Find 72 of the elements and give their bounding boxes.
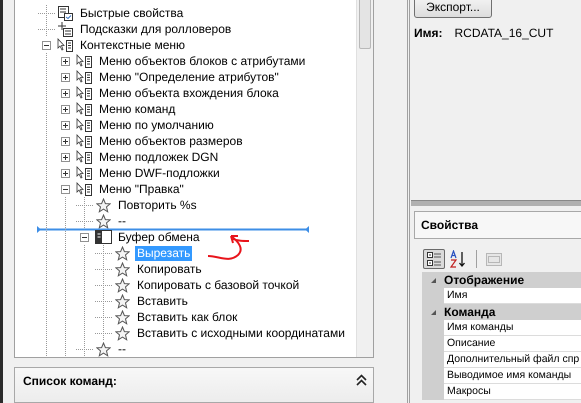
cursor-list-icon: [76, 150, 93, 164]
tree-item[interactable]: Вставить как блок: [135, 310, 240, 324]
star-icon: [115, 294, 130, 308]
tree-item[interactable]: Быстрые свойства: [78, 6, 186, 20]
panel-title: Список команд:: [23, 374, 117, 388]
export-button[interactable]: Экспорт...: [414, 0, 492, 18]
panel-icon: [95, 230, 112, 244]
tree-item[interactable]: Повторить %s: [116, 198, 199, 212]
tree-item[interactable]: Меню "Правка": [97, 182, 186, 196]
property-name: Дополнительный файл спр: [444, 352, 581, 368]
cursor-list-icon: [76, 182, 93, 196]
expand-icon[interactable]: [61, 168, 70, 178]
cursor-list-icon: [76, 86, 93, 100]
category-name: Команда: [444, 305, 496, 319]
tree-item[interactable]: Меню объектов блоков с атрибутами: [97, 54, 308, 68]
expand-icon[interactable]: [61, 88, 70, 98]
scrollbar[interactable]: [356, 0, 373, 357]
tree-item[interactable]: Меню "Определение атрибутов": [97, 70, 281, 84]
expand-icon[interactable]: [61, 120, 70, 130]
property-name: Выводимое имя команды: [444, 368, 581, 384]
properties-icon: [58, 6, 73, 20]
property-name: Макросы: [444, 384, 581, 400]
star-icon: [115, 326, 130, 340]
tree-item[interactable]: Вставить с исходными координатами: [135, 326, 347, 340]
tree-item[interactable]: Меню объектов размеров: [97, 134, 245, 148]
cursor-list-icon: [76, 102, 93, 116]
tree-item[interactable]: Меню по умолчанию: [97, 118, 216, 132]
star-icon: [115, 262, 130, 276]
name-label: Имя:: [414, 26, 442, 40]
property-name: Имя: [444, 288, 581, 304]
tree-item[interactable]: Вставить: [135, 294, 190, 308]
star-icon: [115, 246, 130, 260]
star-icon: [96, 198, 111, 212]
cursor-list-icon: [76, 166, 93, 180]
tooltip-icon: [58, 22, 73, 36]
row-gutter: [422, 384, 444, 400]
cursor-list-icon: [76, 118, 93, 132]
tree-item[interactable]: Копировать: [135, 262, 204, 276]
collapse-icon[interactable]: [42, 40, 51, 50]
tree-item[interactable]: Меню DWF-подложки: [97, 166, 222, 180]
tree-item[interactable]: Меню объекта вхождения блока: [97, 86, 281, 100]
collapse-icon[interactable]: [61, 184, 70, 194]
collapse-icon[interactable]: [80, 232, 89, 242]
tree-item[interactable]: Буфер обмена: [116, 230, 202, 244]
collapse-chevron-icon[interactable]: [356, 374, 367, 386]
property-name: Имя команды: [444, 320, 581, 336]
tree-item[interactable]: --: [116, 214, 128, 228]
categorized-view-button[interactable]: [423, 249, 445, 269]
cursor-list-icon: [76, 134, 93, 148]
tree-item[interactable]: Меню подложек DGN: [97, 150, 220, 164]
properties-title: Свойства: [421, 218, 478, 232]
expand-icon[interactable]: [61, 72, 70, 82]
expand-icon[interactable]: [61, 136, 70, 146]
name-value: RCDATA_16_CUT: [454, 26, 554, 40]
cursor-list-icon: [57, 38, 74, 52]
tree-item[interactable]: Контекстные меню: [78, 38, 188, 52]
cursor-list-icon: [76, 70, 93, 84]
cursor-list-icon: [76, 54, 93, 68]
expand-icon[interactable]: [61, 104, 70, 114]
tree-item[interactable]: Подсказки для ролловеров: [78, 22, 234, 36]
property-name: Описание: [444, 336, 581, 352]
star-icon: [115, 278, 130, 292]
tree-item[interactable]: --: [116, 342, 128, 356]
tree-item[interactable]: Копировать с базовой точкой: [135, 278, 302, 292]
star-icon: [96, 214, 111, 228]
expand-icon[interactable]: [61, 56, 70, 66]
category-name: Отображение: [444, 273, 524, 287]
category-header[interactable]: Команда: [422, 304, 581, 320]
tree-item[interactable]: Меню команд: [97, 102, 178, 116]
expand-icon[interactable]: [61, 152, 70, 162]
category-header[interactable]: Отображение: [422, 272, 581, 288]
star-icon: [115, 310, 130, 324]
